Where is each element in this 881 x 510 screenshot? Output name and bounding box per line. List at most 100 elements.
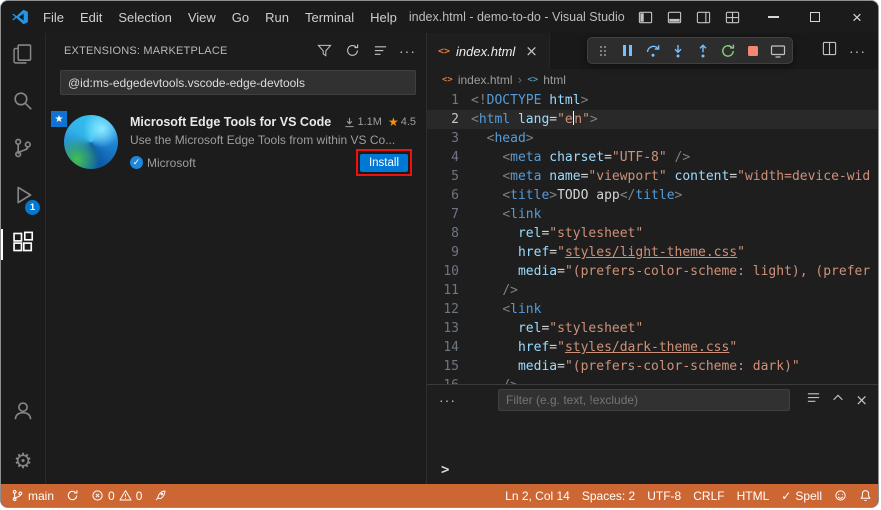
tab-index-html[interactable]: <> index.html × <box>427 33 550 69</box>
spell-checker-status[interactable]: ✓ Spell <box>775 484 828 507</box>
activity-bar: 1 ⚙ <box>1 33 45 484</box>
filter-icon[interactable] <box>315 42 333 60</box>
code-line[interactable]: 1 <!DOCTYPE html> <box>427 91 878 110</box>
code-line[interactable]: 13 rel="stylesheet" <box>427 319 878 338</box>
refresh-icon[interactable] <box>343 42 361 60</box>
line-number: 3 <box>451 131 459 146</box>
breadcrumb-symbol[interactable]: html <box>543 73 566 87</box>
code-line[interactable]: 10 media="(prefers-color-scheme: light),… <box>427 262 878 281</box>
editor-more-icon[interactable]: ··· <box>849 43 866 59</box>
extension-card[interactable]: ★ Microsoft Edge Tools for VS Code 1.1M … <box>46 103 426 184</box>
breadcrumb-symbol-icon: <> <box>527 75 539 85</box>
customize-layout-icon[interactable] <box>725 10 740 25</box>
bell-icon <box>860 490 871 502</box>
screencast-icon[interactable] <box>765 39 790 62</box>
code-line[interactable]: 5 <meta name="viewport" content="width=d… <box>427 167 878 186</box>
code-line[interactable]: 11 /> <box>427 281 878 300</box>
menu-edit[interactable]: Edit <box>72 10 110 25</box>
sidebar-header: EXTENSIONS: MARKETPLACE ··· <box>46 33 426 68</box>
step-into-icon[interactable] <box>665 39 690 62</box>
maximize-button[interactable] <box>794 1 836 33</box>
panel-header: ··· × <box>427 385 878 415</box>
toggle-panel-icon[interactable] <box>667 10 682 25</box>
menu-run[interactable]: Run <box>257 10 297 25</box>
activity-source-control[interactable] <box>1 127 45 174</box>
eol-status[interactable]: CRLF <box>687 484 730 507</box>
debug-toolbar <box>587 37 793 64</box>
step-over-icon[interactable] <box>640 39 665 62</box>
activity-account[interactable] <box>1 390 45 437</box>
toolbar-grip-icon[interactable] <box>590 39 615 62</box>
code-line[interactable]: 15 media="(prefers-color-scheme: dark)" <box>427 357 878 376</box>
console-filter-input[interactable] <box>498 389 791 411</box>
extensions-search-input[interactable] <box>60 70 416 95</box>
console-output[interactable] <box>427 415 878 484</box>
code-line[interactable]: 7 <link <box>427 205 878 224</box>
menu-terminal[interactable]: Terminal <box>297 10 362 25</box>
activity-settings[interactable]: ⚙ <box>1 437 45 484</box>
breadcrumb-file-icon: <> <box>442 75 453 85</box>
panel-maximize-icon[interactable] <box>831 391 845 410</box>
language-mode-status[interactable]: HTML <box>731 484 776 507</box>
cursor-position-status[interactable]: Ln 2, Col 14 <box>499 484 576 507</box>
tab-bar: <> index.html × ··· <box>427 33 878 69</box>
extensions-icon <box>12 231 34 258</box>
toggle-sidebar-icon[interactable] <box>638 10 653 25</box>
line-number: 11 <box>443 283 459 298</box>
split-editor-icon[interactable] <box>822 41 837 61</box>
code-line[interactable]: 8 rel="stylesheet" <box>427 224 878 243</box>
sync-status[interactable] <box>60 484 85 507</box>
more-actions-icon[interactable]: ··· <box>399 43 416 59</box>
encoding-status[interactable]: UTF-8 <box>641 484 687 507</box>
code-line[interactable]: 14 href="styles/dark-theme.css" <box>427 338 878 357</box>
indentation-status[interactable]: Spaces: 2 <box>576 484 641 507</box>
html-file-icon: <> <box>438 45 451 57</box>
maximize-icon <box>810 12 820 22</box>
line-number: 5 <box>451 169 459 184</box>
activity-run-debug[interactable]: 1 <box>1 174 45 221</box>
menu-view[interactable]: View <box>180 10 224 25</box>
problems-status[interactable]: 0 0 <box>85 484 148 507</box>
branch-status[interactable]: main <box>1 484 60 507</box>
activity-extensions[interactable] <box>1 221 45 268</box>
pause-icon[interactable] <box>615 39 640 62</box>
console-prompt-icon[interactable]: > <box>441 462 449 478</box>
minimize-button[interactable] <box>752 1 794 33</box>
activity-search[interactable] <box>1 80 45 127</box>
clear-results-icon[interactable] <box>371 42 389 60</box>
error-icon <box>92 490 103 501</box>
breadcrumb-file[interactable]: index.html <box>458 73 513 87</box>
code-line[interactable]: 2 <html lang="e n"> <box>427 110 878 129</box>
stop-icon[interactable] <box>740 39 765 62</box>
menu-help[interactable]: Help <box>362 10 405 25</box>
menu-file[interactable]: File <box>35 10 72 25</box>
install-button[interactable]: Install <box>359 154 408 172</box>
tab-close-icon[interactable]: × <box>525 42 538 60</box>
code-line[interactable]: 12 <link <box>427 300 878 319</box>
feedback-status[interactable] <box>828 484 853 507</box>
code-line[interactable]: 9 href="styles/light-theme.css" <box>427 243 878 262</box>
code-line[interactable]: 3 <head> <box>427 129 878 148</box>
line-number: 16 <box>427 376 471 384</box>
code-line[interactable]: 4 <meta charset="UTF-8" /> <box>427 148 878 167</box>
code-line[interactable]: 6 <title>TODO app</title> <box>427 186 878 205</box>
panel-close-icon[interactable]: × <box>855 391 868 409</box>
restart-icon[interactable] <box>715 39 740 62</box>
title-bar: File Edit Selection View Go Run Terminal… <box>1 1 878 33</box>
panel-overflow-icon[interactable]: ··· <box>439 392 456 408</box>
settings-gear-icon: ⚙ <box>13 448 33 473</box>
activity-explorer[interactable] <box>1 33 45 80</box>
toggle-secondary-sidebar-icon[interactable] <box>696 10 711 25</box>
panel-menu-icon[interactable] <box>806 390 821 410</box>
verified-publisher-icon: ✓ <box>130 156 143 169</box>
line-number: 13 <box>443 321 459 336</box>
launch-status[interactable] <box>148 484 173 507</box>
close-button[interactable]: × <box>836 1 878 33</box>
code-editor[interactable]: 1 <!DOCTYPE html> 2 <html lang="e n"> 3 <head… <box>427 91 878 384</box>
step-out-icon[interactable] <box>690 39 715 62</box>
menu-go[interactable]: Go <box>224 10 257 25</box>
menu-selection[interactable]: Selection <box>110 10 179 25</box>
notifications-status[interactable] <box>853 484 878 507</box>
check-icon: ✓ <box>781 488 792 503</box>
code-line[interactable]: 16 /> <box>427 376 878 384</box>
